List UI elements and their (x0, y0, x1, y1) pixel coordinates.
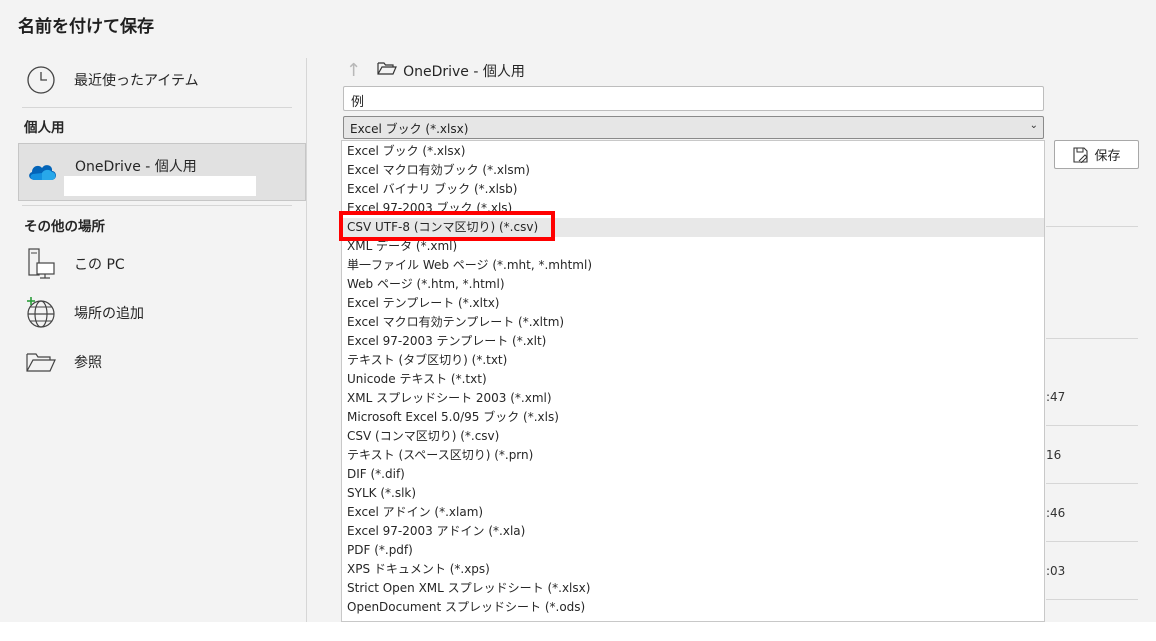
nav-item-add-place[interactable]: 場所の追加 (18, 296, 306, 330)
redacted-account (64, 176, 256, 196)
nav-item-label: OneDrive - 個人用 (75, 159, 197, 175)
breadcrumb: ↑ OneDrive - 個人用 (346, 60, 525, 81)
filetype-option[interactable]: Excel 97-2003 ブック (*.xls) (342, 199, 1044, 218)
globe-add-icon (24, 296, 58, 330)
section-title-personal: 個人用 (24, 120, 65, 136)
divider (1046, 425, 1138, 426)
filetype-option[interactable]: Strict Open XML スプレッドシート (*.xlsx) (342, 579, 1044, 598)
folder-icon (377, 61, 398, 80)
onedrive-cloud-icon (26, 160, 58, 188)
filetype-option[interactable]: OpenDocument スプレッドシート (*.ods) (342, 598, 1044, 617)
filetype-option[interactable]: Excel バイナリ ブック (*.xlsb) (342, 180, 1044, 199)
filetype-option[interactable]: SYLK (*.slk) (342, 484, 1044, 503)
filetype-selected-label: Excel ブック (*.xlsx) (350, 122, 469, 136)
divider (1046, 226, 1138, 227)
filetype-option[interactable]: テキスト (タブ区切り) (*.txt) (342, 351, 1044, 370)
nav-item-recent[interactable]: 最近使ったアイテム (18, 63, 306, 97)
save-button-label: 保存 (1094, 149, 1121, 164)
breadcrumb-location[interactable]: OneDrive - 個人用 (403, 61, 525, 81)
filetype-option[interactable]: Excel アドイン (*.xlam) (342, 503, 1044, 522)
filetype-select[interactable]: Excel ブック (*.xlsx) ⌄ (343, 116, 1044, 139)
section-title-other: その他の場所 (24, 219, 105, 235)
file-modified-fragment: :03 (1046, 564, 1066, 578)
nav-item-label: 最近使ったアイテム (74, 73, 199, 89)
divider (1046, 483, 1138, 484)
chevron-down-icon: ⌄ (1029, 120, 1038, 131)
divider (22, 107, 292, 108)
filetype-option[interactable]: DIF (*.dif) (342, 465, 1044, 484)
divider (22, 205, 292, 206)
save-button[interactable]: 保存 (1054, 140, 1139, 169)
up-arrow-icon[interactable]: ↑ (346, 60, 361, 81)
nav-item-label: 場所の追加 (74, 306, 144, 322)
file-modified-fragment: :46 (1046, 506, 1066, 520)
computer-icon (24, 247, 58, 281)
nav-item-label: この PC (74, 257, 125, 273)
filetype-option[interactable]: Excel 97-2003 アドイン (*.xla) (342, 522, 1044, 541)
page-title: 名前を付けて保存 (18, 17, 154, 37)
nav-item-onedrive[interactable]: OneDrive - 個人用 (18, 143, 306, 201)
nav-item-browse[interactable]: 参照 (18, 345, 306, 379)
filetype-option[interactable]: CSV (コンマ区切り) (*.csv) (342, 427, 1044, 446)
divider (1046, 541, 1138, 542)
nav-divider (306, 58, 307, 622)
nav-item-this-pc[interactable]: この PC (18, 247, 306, 281)
filetype-option[interactable]: XML データ (*.xml) (342, 237, 1044, 256)
filetype-option[interactable]: XML スプレッドシート 2003 (*.xml) (342, 389, 1044, 408)
filetype-option[interactable]: Excel ブック (*.xlsx) (342, 142, 1044, 161)
filetype-option[interactable]: Microsoft Excel 5.0/95 ブック (*.xls) (342, 408, 1044, 427)
folder-open-icon (24, 345, 58, 379)
file-modified-fragment: 16 (1046, 448, 1062, 462)
filetype-option[interactable]: CSV UTF-8 (コンマ区切り) (*.csv) (342, 218, 1044, 237)
filetype-option[interactable]: Excel テンプレート (*.xltx) (342, 294, 1044, 313)
filetype-option[interactable]: Excel 97-2003 テンプレート (*.xlt) (342, 332, 1044, 351)
filetype-option[interactable]: テキスト (スペース区切り) (*.prn) (342, 446, 1044, 465)
filetype-option[interactable]: Excel マクロ有効テンプレート (*.xltm) (342, 313, 1044, 332)
nav-item-label: 参照 (74, 355, 102, 371)
filetype-option[interactable]: XPS ドキュメント (*.xps) (342, 560, 1044, 579)
save-icon (1073, 146, 1089, 163)
filetype-option[interactable]: 単一ファイル Web ページ (*.mht, *.mhtml) (342, 256, 1044, 275)
filetype-option[interactable]: Unicode テキスト (*.txt) (342, 370, 1044, 389)
filetype-option[interactable]: PDF (*.pdf) (342, 541, 1044, 560)
filename-input[interactable]: 例 (343, 86, 1044, 111)
file-modified-fragment: :47 (1046, 390, 1066, 404)
filetype-option[interactable]: Excel マクロ有効ブック (*.xlsm) (342, 161, 1044, 180)
filetype-option[interactable]: Web ページ (*.htm, *.html) (342, 275, 1044, 294)
divider (1046, 599, 1138, 600)
filetype-dropdown-list: Excel ブック (*.xlsx) Excel マクロ有効ブック (*.xlsm… (341, 140, 1045, 622)
clock-icon (24, 63, 58, 97)
divider (1046, 338, 1138, 339)
bottom-strip (0, 622, 1156, 641)
